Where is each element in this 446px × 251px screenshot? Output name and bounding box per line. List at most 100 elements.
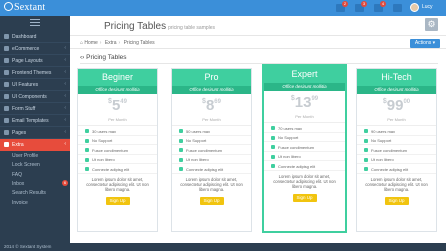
avatar[interactable] [410,3,419,12]
check-icon [364,138,368,143]
pricing-card-hi-tech: Hi-Tech Office desirunt mollitia $9900 Per … [356,68,437,232]
billing-period: Per Month [108,117,127,122]
main-content: Pricing Tables pricing table samples ⚙ ⌂ … [70,16,446,243]
sidebar-item-pages[interactable]: Pages ‹ [0,127,70,139]
sidebar-item-label: Page Layouts [12,58,43,64]
check-icon [85,167,89,171]
sign-up-button[interactable]: Sign Up [199,196,224,205]
page-subtitle: pricing table samples [168,25,216,31]
check-icon [364,167,368,171]
messages-button[interactable]: 3 [355,1,367,12]
feature-item: Ut non libero [172,155,251,164]
sidebar-subitem-label: Invoice [12,199,28,206]
sidebar-item-dashboard[interactable]: Dashboard [0,31,70,43]
sidebar-item-ecommerce[interactable]: eCommerce ‹ [0,43,70,55]
brand-logo[interactable]: Sextant [4,2,45,13]
price-box: $9900 Per Month [357,94,436,126]
sidebar-item-label: Email Templates [12,118,49,124]
plan-name: Beginer [78,69,157,86]
feature-item: Connecte adipisg elit [264,161,345,171]
settings-button[interactable]: ⚙ [425,18,438,31]
sidebar-subitem-lock-screen[interactable]: Lock Screen [0,160,70,169]
sidebar-item-extra[interactable]: Extra ‹ [0,139,70,151]
feature-item: Ut non libero [357,155,436,164]
plan-description: Lorem ipsum dolor sit amet, consectetur … [180,176,243,192]
sidebar-subitem-search-results[interactable]: Search Results [0,188,70,197]
check-icon [85,148,89,152]
breadcrumb-current: Pricing Tables [123,40,155,46]
plan-price: $869 [202,97,221,114]
gear-icon: ⚙ [427,19,436,29]
section-title: ‹› Pricing Tables [80,54,127,61]
check-icon [179,157,183,162]
pricing-card-pro: Pro Office desirunt mollitia $869 Per Month… [171,68,252,232]
notifications-button[interactable]: 2 [336,1,348,12]
sidebar-subitem-user-profile[interactable]: User Profile [0,151,70,160]
sidebar-subitem-label: Inbox [12,180,25,187]
top-navbar: Sextant 2 3 4 Lucy [0,0,446,16]
check-icon [271,154,275,159]
menu-icon [4,118,9,123]
check-icon [271,145,275,149]
check-icon [364,129,368,133]
menu-icon [4,58,9,63]
tasks-button[interactable]: 4 [374,1,386,12]
chevron-left-icon: ‹ [64,105,66,111]
feature-item: Ut non libero [78,155,157,164]
copyright-text: 2014 © Sextant System [4,244,52,249]
check-icon [271,126,275,130]
check-icon [85,157,89,162]
actions-button[interactable]: Actions ▾ [410,39,440,48]
plan-description: Lorem ipsum dolor sit amet, consectetur … [273,173,336,189]
sidebar-item-ui-components[interactable]: UI Components ‹ [0,91,70,103]
sidebar-subitem-invoice[interactable]: Invoice [0,198,70,207]
menu-icon [4,130,9,135]
sidebar-toggle-icon[interactable] [30,19,40,27]
chevron-left-icon: ‹ [64,141,66,147]
check-icon [179,167,183,171]
footer: 2014 © Sextant System [0,243,446,251]
user-name[interactable]: Lucy [422,4,433,10]
breadcrumb-home[interactable]: Home [84,40,97,46]
feature-item: 30 users max [78,126,157,136]
feature-item: Connecte adipisg elit [172,164,251,174]
plan-description: Lorem ipsum dolor sit amet, consectetur … [86,176,149,192]
sign-up-button[interactable]: Sign Up [292,193,317,202]
sidebar-item-ui-features[interactable]: UI Features ‹ [0,79,70,91]
chevron-left-icon: ‹ [64,57,66,63]
section-divider [80,63,438,64]
sidebar-item-label: Form Stuff [12,106,36,112]
sidebar-subitem-label: FAQ [12,171,23,178]
sidebar-item-form-stuff[interactable]: Form Stuff ‹ [0,103,70,115]
feature-item: Fusce condimentum [264,142,345,152]
check-icon [364,157,368,162]
feature-item: 70 users max [264,123,345,133]
sidebar-subitem-label: Search Results [12,190,46,197]
check-icon [179,138,183,143]
sidebar-subitem-faq[interactable]: FAQ [0,170,70,179]
sidebar-item-frontend-themes[interactable]: Frontend Themes ‹ [0,67,70,79]
page-title: Pricing Tables pricing table samples [104,21,216,32]
sidebar-subitem-inbox[interactable]: Inbox 6 [0,179,70,188]
task-count-badge: 4 [380,1,386,7]
sidebar-item-label: Frontend Themes [12,70,52,76]
plan-name: Expert [264,66,345,83]
chevron-left-icon: ‹ [64,81,66,87]
sidebar-item-email-templates[interactable]: Email Templates ‹ [0,115,70,127]
price-box: $1399 Per Month [264,91,345,123]
calendar-button[interactable] [393,4,402,12]
check-icon [179,148,183,152]
check-icon [85,129,89,133]
sidebar-item-page-layouts[interactable]: Page Layouts ‹ [0,55,70,67]
menu-icon [4,70,9,75]
sign-up-button[interactable]: Sign Up [105,196,130,205]
pricing-card-expert: Expert Office desirunt mollitia $1399 Per M… [262,64,347,233]
collapse-icon[interactable]: ‹› [80,54,84,61]
feature-item: No Support [264,133,345,142]
logo-icon [4,2,13,11]
plan-name: Hi-Tech [357,69,436,86]
sign-up-button[interactable]: Sign Up [384,196,409,205]
sidebar-subitem-label: User Profile [12,153,39,159]
menu-icon [4,94,9,99]
breadcrumb-extra[interactable]: Extra [105,40,117,46]
